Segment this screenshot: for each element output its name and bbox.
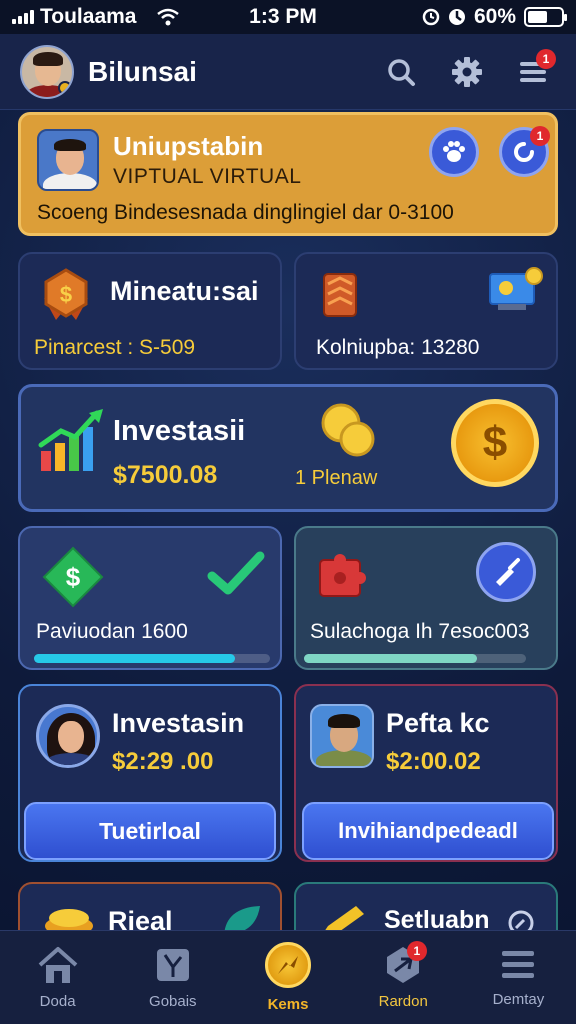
- coins-icon: [321, 403, 375, 457]
- card-pefta[interactable]: Pefta kc $2:00.02 Invihiandpedeadl: [294, 684, 558, 862]
- battery-icon: [524, 7, 567, 27]
- refresh-button[interactable]: 1: [499, 126, 550, 177]
- card-text: Sulachoga Ih 7esoc003: [310, 620, 530, 643]
- app-header: Bilunsai 1: [0, 34, 576, 110]
- status-time: 1:3 PM: [249, 5, 317, 28]
- gear-icon: [452, 56, 482, 87]
- card-text: Kolniupba: 13280: [316, 336, 480, 359]
- user-avatar: [310, 704, 374, 768]
- progress-fill: [304, 654, 478, 663]
- banner-subtitle: VIPTUAL VIRTUAL: [113, 165, 302, 188]
- banner-badge: 1: [530, 126, 550, 146]
- invite-button[interactable]: Invihiandpedeadl: [302, 802, 554, 860]
- svg-text:$: $: [66, 562, 81, 592]
- progress-fill: [34, 654, 235, 663]
- progress-bar: [34, 654, 270, 663]
- banner-title: Uniupstabin: [113, 131, 264, 161]
- nav-label: Doda: [39, 993, 76, 1010]
- monitor-coin-icon: [489, 267, 543, 310]
- search-icon: [388, 58, 415, 86]
- wifi-icon: [157, 8, 180, 26]
- status-right: 60%: [394, 5, 567, 29]
- nav-item-home[interactable]: Doda: [0, 931, 115, 1024]
- paw-button[interactable]: [429, 127, 479, 177]
- card-value: $2:29 .00: [112, 748, 214, 775]
- medal-icon: $: [44, 268, 88, 320]
- card-investasii[interactable]: Investasii $7500.08 1 Plenaw $: [18, 384, 558, 512]
- card-title: Investasin: [112, 708, 245, 738]
- chip-icon: [323, 273, 357, 317]
- nav-label: Demtay: [492, 991, 545, 1008]
- invest-label: 1 Plenaw: [295, 467, 378, 489]
- menu-button[interactable]: 1: [510, 48, 556, 95]
- invest-title: Investasii: [113, 415, 246, 447]
- bottom-nav: Doda Gobais Kems 1 Rardon Demtay: [0, 930, 576, 1024]
- coin-button[interactable]: $: [451, 399, 539, 487]
- notification-badge: 1: [536, 48, 556, 69]
- home-icon: [38, 947, 77, 983]
- search-button[interactable]: [378, 49, 424, 95]
- nav-label: Kems: [267, 996, 309, 1013]
- tool-button[interactable]: [476, 542, 536, 602]
- nav-label: Gobais: [149, 993, 197, 1010]
- map-icon: [156, 949, 189, 981]
- signal-icon: [12, 10, 34, 24]
- user-avatar: [36, 704, 100, 768]
- profile-banner[interactable]: Uniupstabin VIPTUAL VIRTUAL Scoeng Binde…: [18, 112, 558, 236]
- card-text: Pinarcest : S-509: [34, 336, 196, 359]
- tutorial-button[interactable]: Tuetirloal: [24, 802, 276, 860]
- growth-chart-icon: [38, 409, 103, 471]
- paw-icon: [443, 141, 465, 162]
- card-sulachoga[interactable]: Sulachoga Ih 7esoc003: [294, 526, 558, 670]
- nav-item-menu[interactable]: Demtay: [461, 931, 576, 1024]
- settings-button[interactable]: [444, 49, 490, 95]
- nav-item-kems[interactable]: Kems: [230, 931, 345, 1024]
- card-paviuodan[interactable]: $ Paviuodan 1600: [18, 526, 282, 670]
- menu-icon: [502, 951, 535, 978]
- puzzle-icon: [319, 554, 366, 597]
- card-mineatusai[interactable]: $ Mineatu:sai Pinarcest : S-509: [18, 252, 282, 370]
- card-investasin[interactable]: Investasin $2:29 .00 Tuetirloal: [18, 684, 282, 862]
- banner-avatar: [37, 129, 99, 191]
- invest-value: $7500.08: [113, 461, 218, 489]
- username: Bilunsai: [88, 55, 197, 87]
- diamond-dollar-icon: $: [42, 546, 104, 608]
- card-title: Mineatu:sai: [110, 276, 259, 306]
- card-title: Pefta kc: [386, 708, 490, 738]
- avatar[interactable]: [20, 44, 74, 99]
- coin-icon: [265, 942, 311, 988]
- status-left: Toulaama: [12, 5, 212, 29]
- brush-icon: [496, 558, 520, 586]
- checkmark-icon: [207, 551, 265, 595]
- card-text: Paviuodan 1600: [36, 620, 188, 643]
- card-kolniupba[interactable]: Kolniupba: 13280: [294, 252, 558, 370]
- nav-label: Rardon: [378, 993, 428, 1010]
- battery-percent: 60%: [473, 5, 516, 28]
- dollar-icon: $: [482, 418, 508, 467]
- banner-description: Scoeng Bindesesnada dinglingiel dar 0-31…: [37, 201, 454, 224]
- nav-badge: 1: [406, 941, 427, 961]
- progress-bar: [304, 654, 526, 663]
- nav-item-map[interactable]: Gobais: [115, 931, 230, 1024]
- nav-item-rardon[interactable]: 1 Rardon: [346, 931, 461, 1024]
- alarm-icon: [422, 8, 440, 26]
- status-bar: Toulaama 1:3 PM 60%: [0, 0, 576, 34]
- location-icon: [448, 9, 465, 25]
- carrier-name: Toulaama: [40, 5, 137, 28]
- card-value: $2:00.02: [386, 748, 481, 775]
- svg-text:$: $: [60, 282, 72, 307]
- battery-fill: [528, 11, 548, 23]
